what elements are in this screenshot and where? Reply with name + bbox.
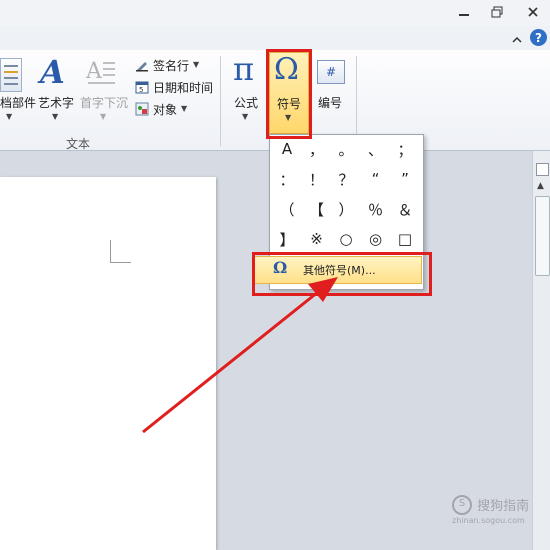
signature-line-label: 签名行 <box>153 59 190 73</box>
ribbon-tab-strip: ? <box>0 26 550 51</box>
symbol-cell[interactable]: 【 <box>303 195 331 223</box>
ruler-toggle-icon[interactable] <box>536 163 549 176</box>
sogou-logo-icon: S <box>452 494 472 515</box>
calendar-icon: 5 <box>135 81 149 94</box>
symbol-cell[interactable]: ＆ <box>391 195 419 223</box>
svg-text:5: 5 <box>139 86 143 94</box>
scroll-thumb[interactable] <box>535 196 550 276</box>
title-bar <box>0 0 550 26</box>
symbol-cell[interactable]: ” <box>391 165 419 193</box>
symbol-cell[interactable]: ： <box>273 165 301 193</box>
more-symbols-highlight-box <box>252 252 432 296</box>
watermark: S 搜狗指南 zhinan.sogou.com <box>452 494 548 525</box>
symbol-cell[interactable]: 。 <box>332 135 360 163</box>
help-icon[interactable]: ? <box>530 29 547 46</box>
chevron-down-icon[interactable]: ▼ <box>100 112 106 121</box>
quick-parts-icon[interactable] <box>0 58 22 92</box>
symbol-cell[interactable]: □ <box>391 225 419 253</box>
symbol-cell[interactable]: 】 <box>273 225 301 253</box>
close-icon[interactable] <box>524 4 542 20</box>
drop-cap-icon[interactable]: A <box>85 56 116 90</box>
equation-button[interactable]: π 公式 ▼ <box>230 50 264 130</box>
symbol-cell[interactable]: ※ <box>303 225 331 253</box>
scroll-up-arrow-icon[interactable]: ▲ <box>537 181 544 191</box>
restore-icon[interactable] <box>488 4 506 20</box>
symbol-cell[interactable]: 、 <box>362 135 390 163</box>
document-page[interactable] <box>0 177 216 550</box>
chevron-up-icon[interactable] <box>511 31 523 43</box>
chevron-down-icon[interactable]: ▼ <box>52 112 58 121</box>
symbol-cell[interactable]: ） <box>332 195 360 223</box>
pi-icon: π <box>233 50 255 88</box>
margin-corner-mark <box>110 240 131 263</box>
quick-parts-label[interactable]: 档部件 <box>0 94 36 111</box>
symbol-button-highlight-box <box>266 49 312 139</box>
symbol-cell[interactable]: （ <box>273 195 301 223</box>
group-divider <box>356 56 357 146</box>
drop-cap-label[interactable]: 首字下沉 <box>80 94 128 111</box>
datetime-label: 日期和时间 <box>153 81 214 95</box>
chevron-down-icon: ▼ <box>193 60 200 69</box>
minimize-icon[interactable] <box>455 4 473 20</box>
equation-label: 公式 <box>234 96 259 110</box>
group-divider <box>220 56 221 146</box>
text-group-label: 文本 <box>66 137 91 151</box>
object-button[interactable]: 对象 ▼ <box>135 100 215 118</box>
wordart-label[interactable]: 艺术字 <box>38 94 74 111</box>
symbol-cell[interactable]: ％ <box>362 195 390 223</box>
symbol-cell[interactable]: ◎ <box>362 225 390 253</box>
chevron-down-icon: ▼ <box>181 104 188 113</box>
signature-pen-icon <box>136 62 148 72</box>
signature-line-button[interactable]: 签名行 ▼ <box>135 56 215 74</box>
symbol-cell[interactable]: ！ <box>303 165 331 193</box>
symbol-cell[interactable]: ○ <box>332 225 360 253</box>
symbol-cell[interactable]: ， <box>303 135 331 163</box>
watermark-brand: 搜狗指南 <box>477 499 530 514</box>
chevron-down-icon: ▼ <box>242 112 249 121</box>
wordart-icon[interactable]: A <box>40 54 70 90</box>
number-button[interactable]: # 编号 <box>314 52 348 130</box>
number-icon: # <box>317 60 345 84</box>
symbol-cell[interactable]: A <box>273 135 301 163</box>
object-label: 对象 <box>153 103 178 117</box>
svg-text:A: A <box>86 59 103 84</box>
object-icon <box>135 102 149 116</box>
symbol-cell[interactable]: “ <box>362 165 390 193</box>
watermark-url: zhinan.sogou.com <box>452 515 525 525</box>
chevron-down-icon[interactable]: ▼ <box>6 112 12 121</box>
vertical-scrollbar[interactable]: ▲ <box>532 151 550 550</box>
number-label: 编号 <box>318 96 343 110</box>
symbol-cell[interactable]: ？ <box>332 165 360 193</box>
symbol-cell[interactable]: ； <box>391 135 419 163</box>
datetime-button[interactable]: 5 日期和时间 <box>135 78 215 96</box>
